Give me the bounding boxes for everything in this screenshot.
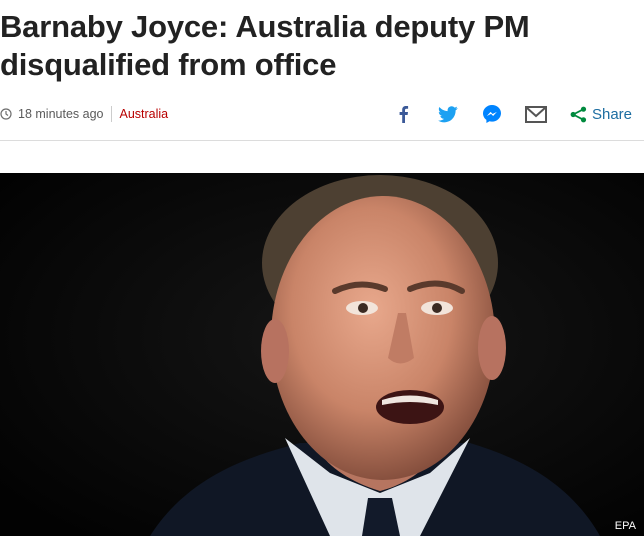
facebook-share-button[interactable]: [392, 102, 416, 126]
share-icon: [570, 106, 587, 122]
email-share-button[interactable]: [524, 102, 548, 126]
email-icon: [524, 105, 547, 123]
clock-icon: [0, 108, 12, 120]
image-credit: EPA: [614, 520, 636, 532]
header-divider: [0, 140, 644, 141]
share-label: Share: [591, 105, 632, 123]
messenger-share-button[interactable]: [480, 102, 504, 126]
timestamp: 18 minutes ago: [0, 107, 103, 121]
share-tools: Share: [372, 96, 632, 132]
twitter-share-button[interactable]: [436, 102, 460, 126]
article-headline: Barnaby Joyce: Australia deputy PM disqu…: [0, 9, 530, 82]
section-link-australia[interactable]: Australia: [119, 107, 168, 121]
hero-image: EPA: [0, 173, 644, 536]
meta-divider: [111, 106, 113, 122]
hero-photo-illustration: [0, 173, 644, 536]
article-meta-bar: 18 minutes ago Australia Share: [0, 96, 644, 132]
facebook-icon: [400, 106, 409, 123]
article-page: Barnaby Joyce: Australia deputy PM disqu…: [0, 0, 644, 536]
messenger-icon: [482, 105, 501, 123]
twitter-icon: [437, 105, 458, 122]
share-button[interactable]: Share: [570, 106, 632, 123]
timestamp-text: 18 minutes ago: [18, 107, 104, 121]
